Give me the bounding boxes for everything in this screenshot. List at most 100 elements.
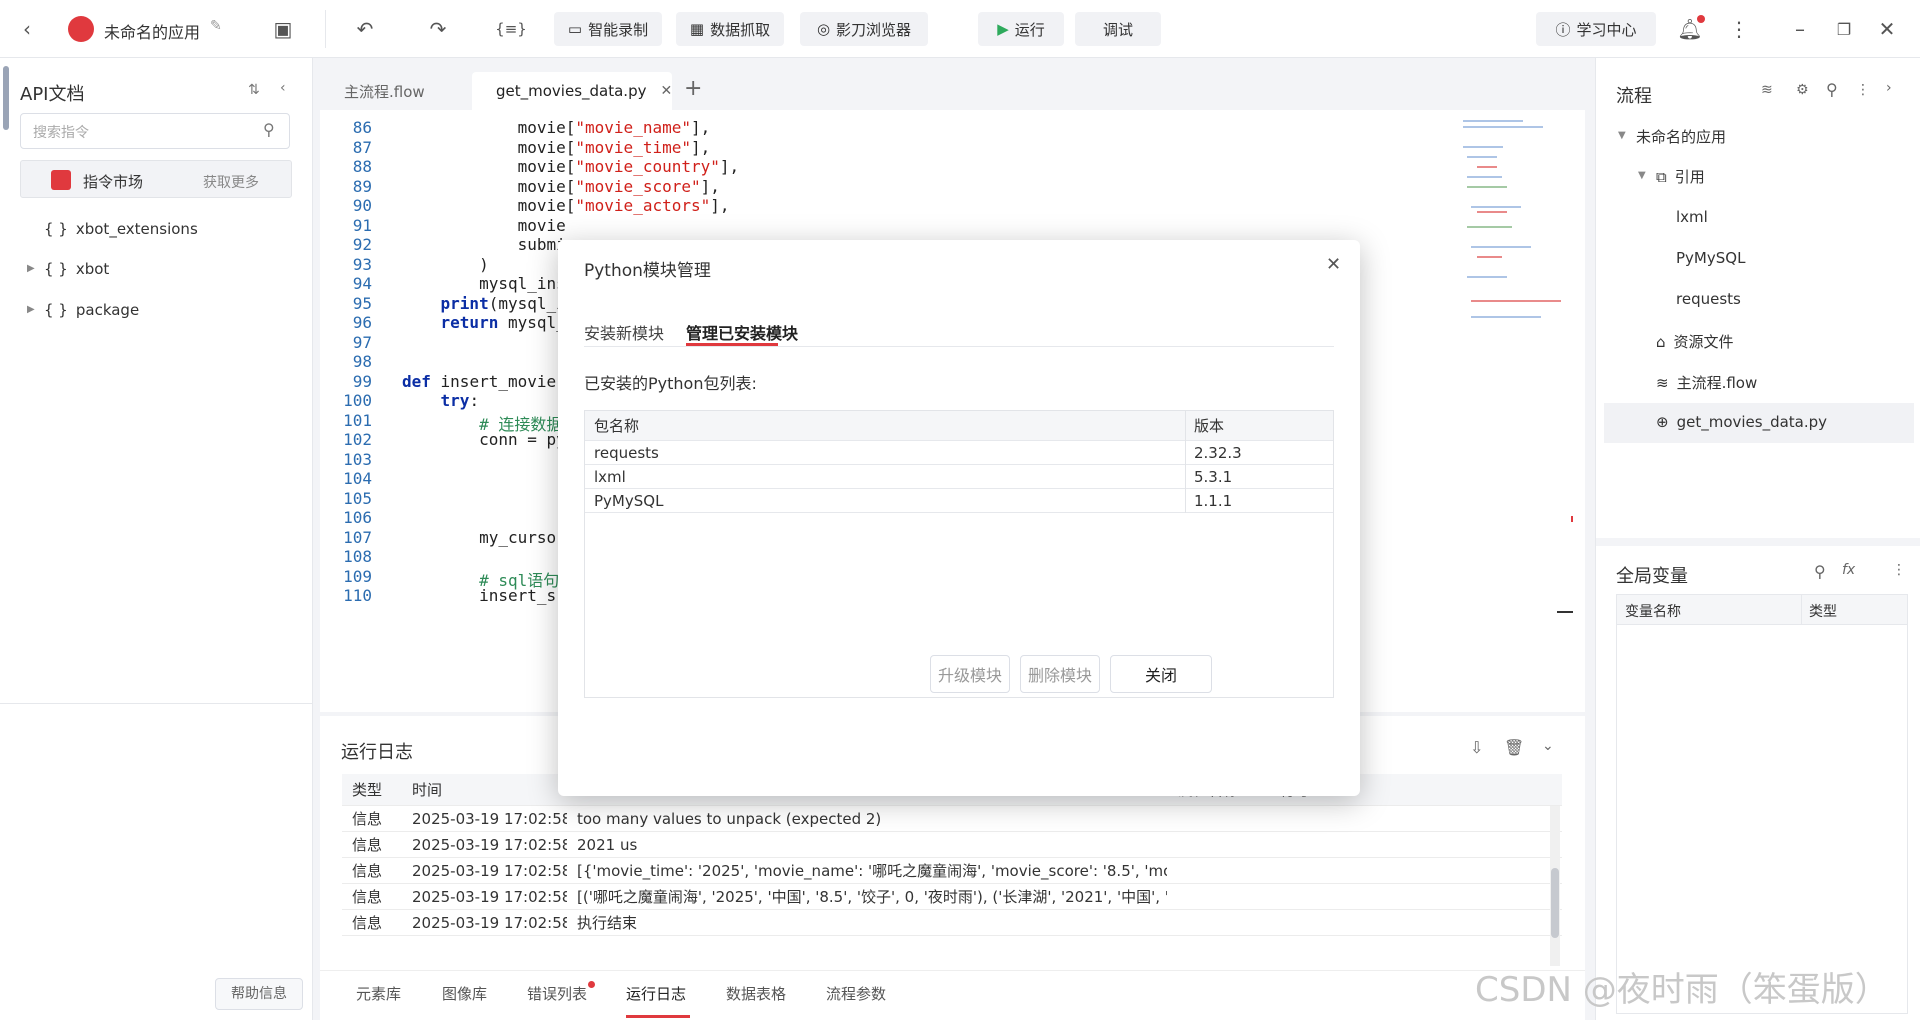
package-row[interactable]: lxml 5.3.1 — [585, 465, 1333, 489]
undo-icon[interactable]: ↶ — [350, 14, 380, 44]
log-row[interactable]: 信息 2025-03-19 17:02:58.252 [{'movie_time':… — [342, 858, 1562, 884]
tab-manage-installed[interactable]: 管理已安装模块 — [686, 320, 798, 344]
tree-main-flow[interactable]: ≋ 主流程.flow — [1656, 372, 1757, 393]
close-tab-icon[interactable]: ✕ — [660, 83, 672, 99]
upgrade-module-button[interactable]: 升级模块 — [930, 655, 1010, 693]
log-scrollbar[interactable] — [1550, 806, 1560, 966]
debug-button[interactable]: 调试 — [1075, 12, 1161, 46]
tree-resources[interactable]: ⌂ 资源文件 — [1656, 331, 1734, 352]
smart-record-button[interactable]: ▭ 智能录制 — [554, 12, 662, 46]
sort-icon[interactable]: ⇅ — [248, 82, 260, 98]
tab-main-flow[interactable]: 主流程.flow — [320, 72, 449, 110]
expand-arrow-icon[interactable]: ▼ — [1638, 170, 1646, 181]
more-vertical-icon[interactable]: ⋮ — [1724, 14, 1754, 44]
line-number: 88 — [352, 157, 372, 176]
close-dialog-button[interactable]: 关闭 — [1110, 655, 1212, 693]
package-cell-version: 2.32.3 — [1194, 444, 1242, 462]
expand-arrow-icon[interactable]: ▶ — [27, 263, 35, 274]
browser-button[interactable]: ◎ 影刀浏览器 — [800, 12, 928, 46]
delete-module-button[interactable]: 删除模块 — [1020, 655, 1100, 693]
back-icon[interactable]: ‹ — [12, 14, 42, 44]
tree-ref-pymysql[interactable]: PyMySQL — [1676, 249, 1745, 267]
log-title: 运行日志 — [341, 742, 413, 763]
export-icon[interactable]: ⇩ — [1470, 738, 1483, 757]
package-cell-name: PyMySQL — [594, 492, 664, 510]
get-more-link[interactable]: 获取更多 — [203, 172, 259, 192]
tab-errors[interactable]: 错误列表 — [527, 983, 587, 1004]
tree-node-package[interactable]: { } package — [44, 301, 139, 319]
package-row[interactable]: PyMySQL 1.1.1 — [585, 489, 1333, 513]
tree-label: xbot — [75, 260, 110, 278]
col-var-type: 类型 — [1809, 604, 1837, 620]
code-line: mysql_ins — [402, 274, 566, 293]
code-block-icon[interactable]: {≡} — [495, 14, 527, 44]
close-window-icon[interactable]: ✕ — [1872, 14, 1902, 44]
tree-root-app[interactable]: 未命名的应用 — [1636, 126, 1726, 147]
tab-images[interactable]: 图像库 — [442, 983, 487, 1004]
log-scrollbar-thumb[interactable] — [1551, 868, 1559, 938]
chevron-right-icon[interactable]: › — [1886, 80, 1892, 96]
line-number: 110 — [343, 586, 372, 605]
search-icon[interactable]: ⚲ — [1826, 80, 1838, 99]
minimap-graphic — [1463, 120, 1575, 613]
globals-header: 变量名称 类型 — [1617, 595, 1907, 625]
search-box[interactable]: 搜索指令 ⚲ — [20, 113, 290, 149]
expand-arrow-icon[interactable]: ▼ — [1618, 130, 1626, 141]
smart-record-label: 智能录制 — [588, 20, 649, 39]
restore-icon[interactable]: ❐ — [1829, 14, 1859, 44]
learning-center-button[interactable]: ⓘ 学习中心 — [1536, 12, 1656, 46]
trash-icon[interactable]: 🗑︎ — [1504, 738, 1524, 757]
tab-data-table[interactable]: 数据表格 — [726, 983, 786, 1004]
help-circle-icon: ⓘ — [1555, 20, 1571, 39]
line-number: 98 — [352, 352, 372, 371]
line-number: 93 — [352, 254, 372, 274]
close-icon[interactable]: ✕ — [1326, 254, 1341, 275]
chevron-down-icon[interactable]: ⌄ — [1542, 738, 1554, 754]
tab-install-module[interactable]: 安装新模块 — [584, 320, 664, 344]
minimize-icon[interactable]: – — [1785, 14, 1815, 44]
code-minimap[interactable] — [1457, 116, 1575, 706]
tree-node-xbot-extensions[interactable]: { } xbot_extensions — [44, 220, 198, 238]
col-type: 类型 — [352, 781, 383, 799]
save-icon[interactable]: ▣ — [268, 14, 298, 44]
tab-flow-params[interactable]: 流程参数 — [826, 983, 886, 1004]
panel-scroll-handle[interactable] — [3, 66, 9, 130]
tree-node-xbot[interactable]: { } xbot — [44, 260, 109, 278]
log-row[interactable]: 信息 2025-03-19 17:02:58.232 too many values… — [342, 806, 1562, 832]
log-row[interactable]: 信息 2025-03-19 17:02:58.254 [('哪吒之魔童闹海', '2… — [342, 884, 1562, 910]
tree-py-file[interactable]: ⊕ get_movies_data.py — [1656, 413, 1827, 431]
data-scrape-button[interactable]: ▦ 数据抓取 — [676, 12, 784, 46]
redo-icon[interactable]: ↷ — [423, 14, 453, 44]
tab-get-movies-data[interactable]: get_movies_data.py ✕ — [472, 72, 672, 110]
collapse-left-icon[interactable]: ‹ — [280, 80, 286, 96]
log-cell-time: 2025-03-19 17:02:58.252 — [412, 862, 567, 880]
tab-elements[interactable]: 元素库 — [356, 983, 401, 1004]
tree-references[interactable]: ⧉ 引用 — [1656, 166, 1705, 187]
table-icon: ▦ — [689, 20, 705, 38]
python-package-icon[interactable]: ⚙ — [1796, 82, 1809, 98]
tab-run-log[interactable]: 运行日志 — [626, 983, 686, 1004]
help-info-button[interactable]: 帮助信息 — [215, 978, 303, 1010]
log-row[interactable]: 信息 2025-03-19 17:02:58.233 2021 us — [342, 832, 1562, 858]
log-cell-time: 2025-03-19 17:02:58.256 — [412, 914, 567, 932]
more-vertical-icon[interactable]: ⋮ — [1856, 82, 1870, 98]
code-token: movie[ — [402, 137, 576, 157]
expand-arrow-icon[interactable]: ▶ — [27, 304, 35, 315]
edit-name-icon[interactable]: ✎ — [210, 18, 222, 34]
tree-ref-lxml[interactable]: lxml — [1676, 208, 1708, 226]
tree-ref-requests[interactable]: requests — [1676, 290, 1741, 308]
link-icon: ⧉ — [1656, 167, 1667, 186]
search-icon[interactable]: ⚲ — [1814, 562, 1826, 581]
line-number: 104 — [343, 469, 372, 488]
python-icon: ⊕ — [1656, 413, 1669, 431]
log-row[interactable]: 信息 2025-03-19 17:02:58.256 执行结束 — [342, 910, 1562, 936]
search-icon[interactable]: ⚲ — [263, 120, 275, 139]
layers-settings-icon[interactable]: ≋ — [1761, 82, 1773, 98]
package-row[interactable]: requests 2.32.3 — [585, 441, 1333, 465]
function-icon[interactable]: fx — [1842, 562, 1855, 578]
run-button[interactable]: ▶ 运行 — [978, 12, 1064, 46]
command-market-bar[interactable]: 指令市场 获取更多 — [20, 160, 292, 198]
more-vertical-icon[interactable]: ⋮ — [1892, 562, 1906, 578]
code-line: print(mysql_i — [402, 294, 566, 313]
add-tab-icon[interactable]: + — [684, 76, 702, 101]
